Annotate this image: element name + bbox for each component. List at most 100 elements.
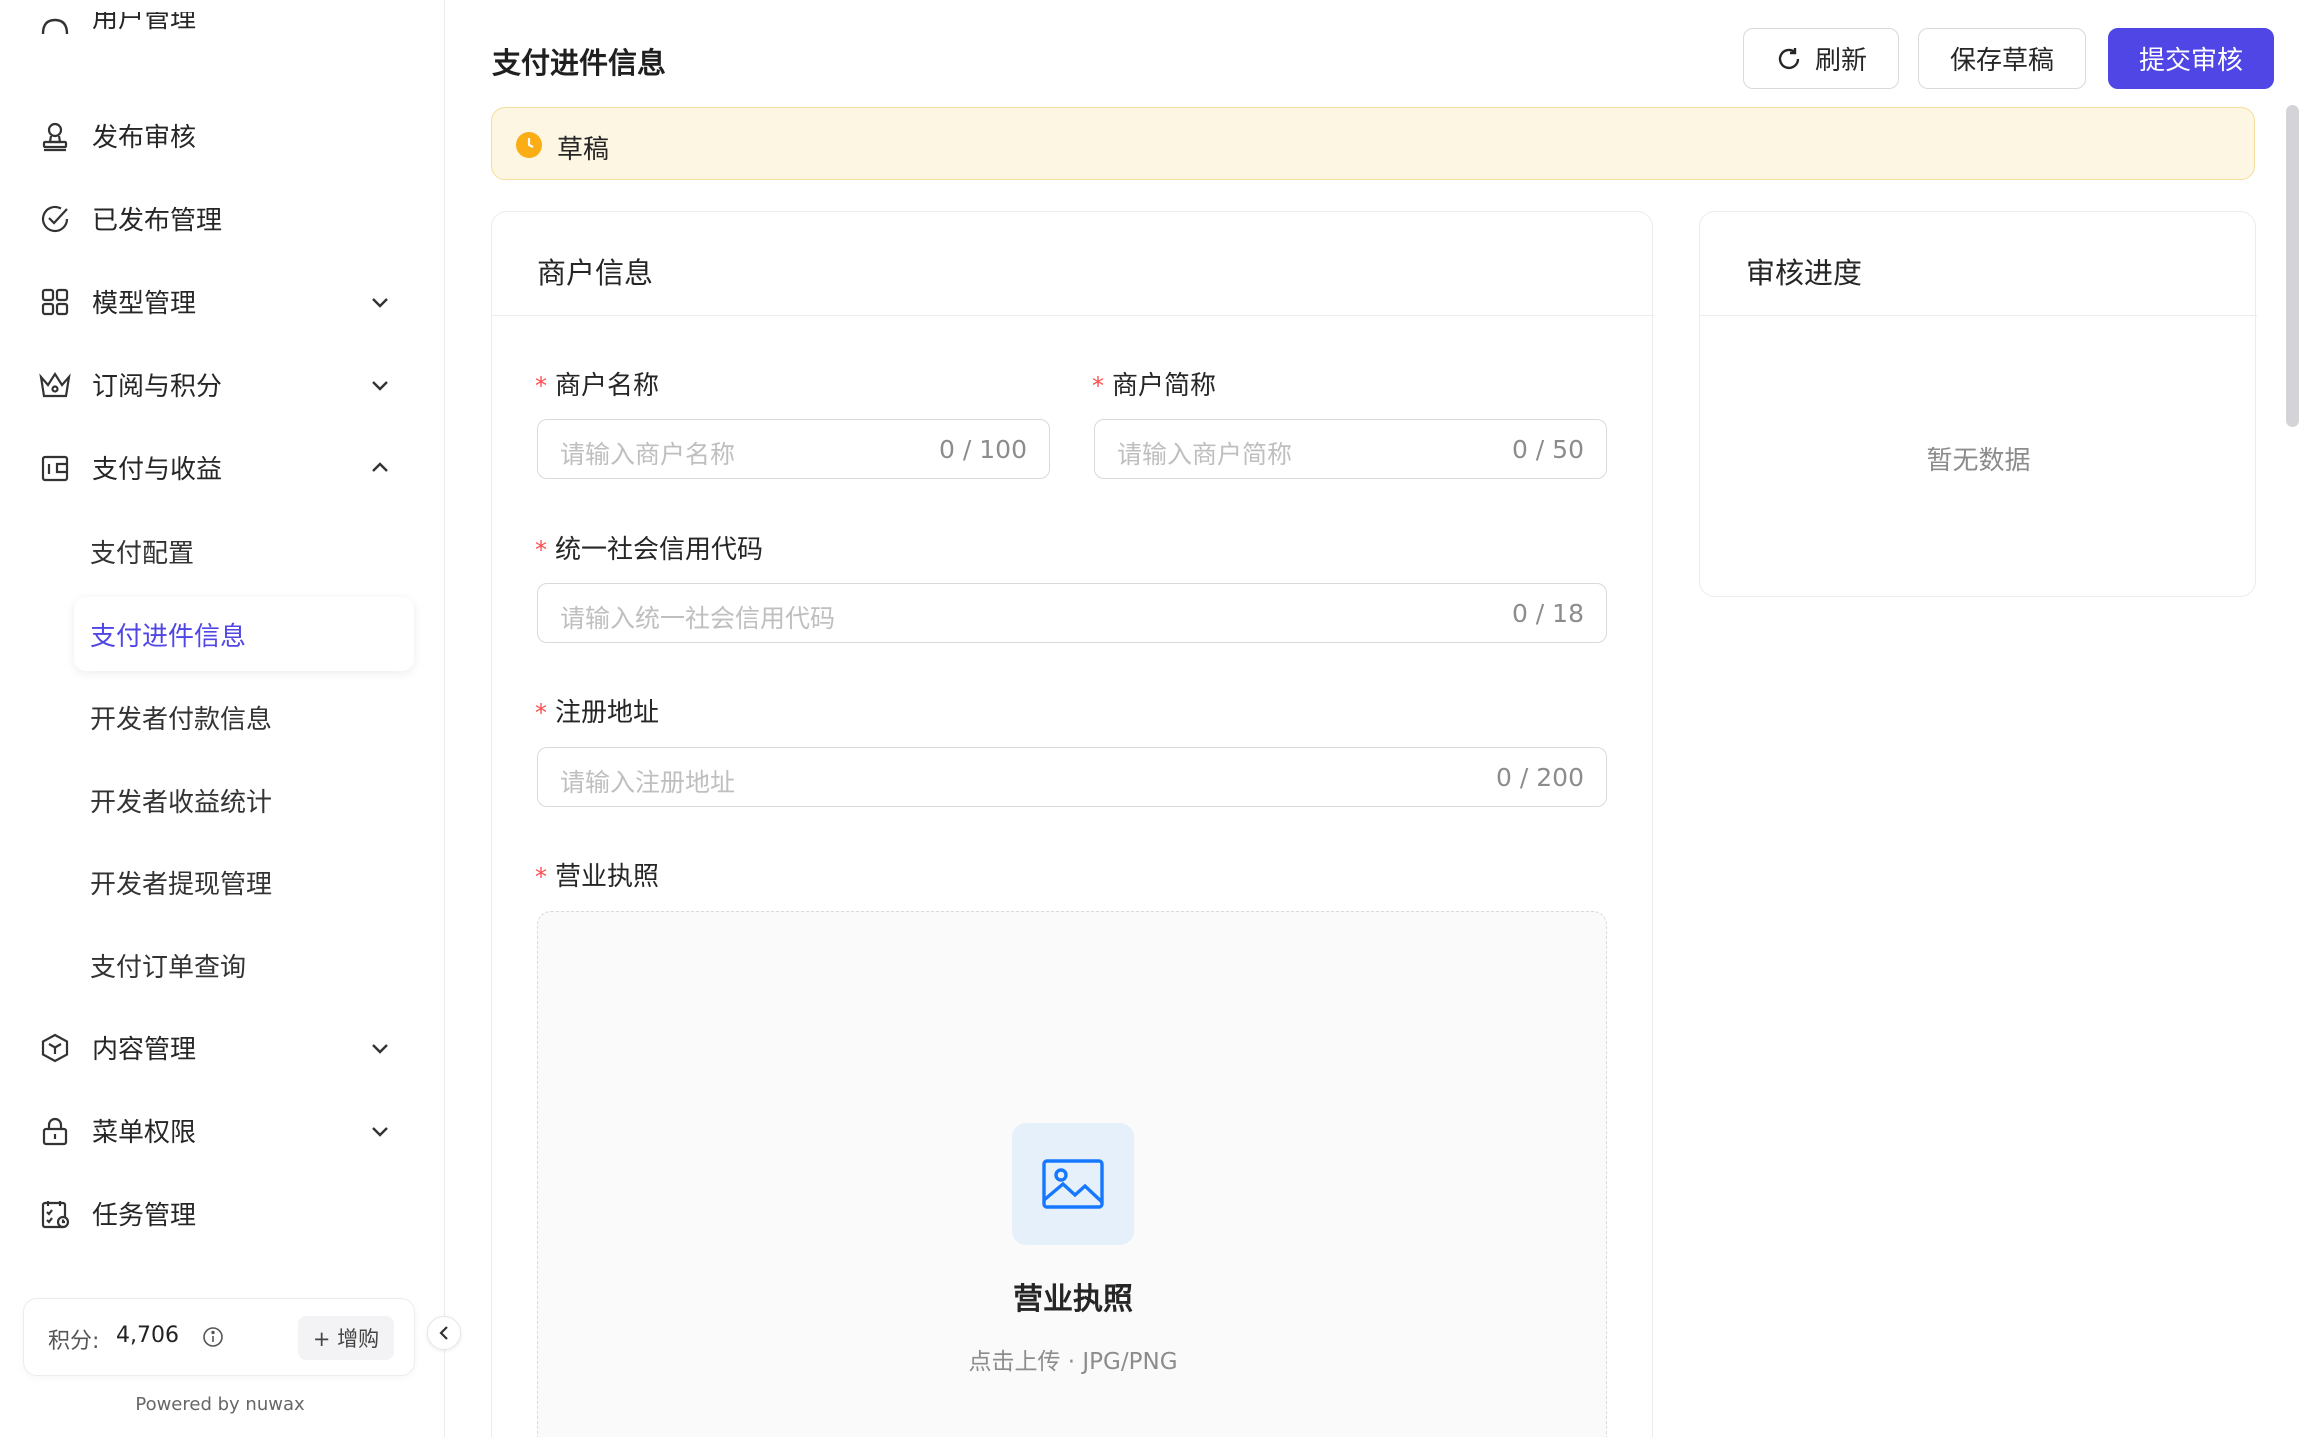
sidebar-item-publish-review[interactable]: 发布审核 bbox=[0, 94, 445, 177]
sidebar-subitem-label: 支付进件信息 bbox=[90, 621, 247, 652]
buy-points-button[interactable]: + 增购 bbox=[298, 1316, 394, 1360]
registered-address-placeholder: 请输入注册地址 bbox=[560, 768, 736, 797]
sidebar-item-label: 用户管理 bbox=[92, 12, 197, 34]
sidebar-subitem-developer-earnings[interactable]: 开发者收益统计 bbox=[74, 763, 414, 837]
chevron-up-icon bbox=[365, 453, 395, 483]
sidebar-item-label: 模型管理 bbox=[92, 289, 197, 319]
main-content: 支付进件信息 刷新 保存草稿 提交审核 草稿 商户信息 * 商户名称 请输入商户… bbox=[446, 0, 2317, 1437]
image-icon bbox=[1012, 1123, 1134, 1245]
page-scrollbar[interactable] bbox=[2286, 105, 2299, 427]
review-progress-title: 审核进度 bbox=[1746, 256, 1863, 290]
sidebar-subitem-payment-config[interactable]: 支付配置 bbox=[74, 514, 414, 588]
check-circle-icon bbox=[38, 202, 72, 236]
sidebar-subitem-label: 开发者付款信息 bbox=[90, 704, 273, 735]
business-license-upload[interactable]: 营业执照 点击上传 · JPG/PNG bbox=[537, 911, 1607, 1437]
merchant-name-input[interactable]: 请输入商户名称 0 / 100 bbox=[537, 419, 1050, 479]
points-label: 积分: bbox=[48, 1329, 100, 1354]
refresh-label: 刷新 bbox=[1814, 46, 1867, 76]
status-text: 草稿 bbox=[557, 135, 610, 165]
submit-review-button[interactable]: 提交审核 bbox=[2108, 28, 2274, 89]
cube-icon bbox=[38, 1031, 72, 1065]
chevron-down-icon bbox=[365, 287, 395, 317]
user-icon bbox=[38, 12, 72, 38]
credit-code-label-text: 统一社会信用代码 bbox=[555, 535, 764, 565]
registered-address-input[interactable]: 请输入注册地址 0 / 200 bbox=[537, 747, 1607, 807]
upload-hint: 点击上传 · JPG/PNG bbox=[968, 1349, 1178, 1375]
sidebar-subitem-developer-withdrawals[interactable]: 开发者提现管理 bbox=[74, 845, 414, 919]
merchant-info-card: 商户信息 * 商户名称 请输入商户名称 0 / 100 * 商户简称 请输入商户简称… bbox=[491, 211, 1654, 1437]
registered-address-count: 0 / 200 bbox=[1496, 763, 1584, 792]
sidebar: 用户管理 发布审核 已发布管理 模型管理 订阅与积分 支付与收益 支付配置 支付… bbox=[0, 0, 445, 1437]
sidebar-item-label: 已发布管理 bbox=[92, 206, 223, 236]
save-draft-button[interactable]: 保存草稿 bbox=[1918, 28, 2086, 89]
card-divider bbox=[1700, 315, 2257, 316]
status-banner: 草稿 bbox=[491, 107, 2255, 180]
powered-by: Powered by nuwax bbox=[135, 1394, 305, 1415]
merchant-short-name-count: 0 / 50 bbox=[1511, 435, 1584, 464]
sidebar-item-label: 订阅与积分 bbox=[92, 372, 223, 402]
merchant-short-name-input[interactable]: 请输入商户简称 0 / 50 bbox=[1094, 419, 1607, 479]
merchant-short-name-placeholder: 请输入商户简称 bbox=[1117, 440, 1293, 469]
info-icon[interactable] bbox=[202, 1326, 224, 1348]
chevron-down-icon bbox=[365, 370, 395, 400]
credit-code-count: 0 / 18 bbox=[1511, 599, 1584, 628]
required-mark: * bbox=[535, 536, 547, 564]
merchant-name-label: * 商户名称 bbox=[535, 365, 659, 402]
sidebar-subitem-label: 支付订单查询 bbox=[90, 952, 247, 983]
sidebar-item-payments[interactable]: 支付与收益 bbox=[0, 426, 445, 509]
chevron-down-icon bbox=[365, 1033, 395, 1063]
crown-icon bbox=[38, 368, 72, 402]
user-stamp-icon bbox=[38, 119, 72, 153]
sidebar-item-label: 支付与收益 bbox=[92, 455, 223, 485]
clock-icon bbox=[515, 131, 543, 159]
sidebar-item-subscriptions[interactable]: 订阅与积分 bbox=[0, 343, 445, 426]
merchant-name-placeholder: 请输入商户名称 bbox=[560, 440, 736, 469]
points-card: 积分: 4,706 + 增购 bbox=[23, 1298, 415, 1376]
sidebar-subitem-label: 开发者提现管理 bbox=[90, 869, 273, 900]
page-title: 支付进件信息 bbox=[492, 46, 667, 80]
sidebar-item-label: 菜单权限 bbox=[92, 1118, 197, 1148]
required-mark: * bbox=[1092, 372, 1104, 400]
required-mark: * bbox=[535, 863, 547, 891]
sidebar-item-label: 任务管理 bbox=[92, 1201, 197, 1231]
business-license-label-text: 营业执照 bbox=[555, 862, 660, 892]
sidebar-item-menu-permissions[interactable]: 菜单权限 bbox=[0, 1089, 445, 1172]
sidebar-item-published[interactable]: 已发布管理 bbox=[0, 177, 445, 260]
merchant-name-label-text: 商户名称 bbox=[555, 371, 660, 401]
sidebar-subitem-label: 支付配置 bbox=[90, 538, 195, 569]
sidebar-item-models[interactable]: 模型管理 bbox=[0, 260, 445, 343]
sidebar-item-label: 内容管理 bbox=[92, 1035, 197, 1065]
task-icon bbox=[38, 1197, 72, 1231]
credit-code-label: * 统一社会信用代码 bbox=[535, 529, 763, 566]
card-divider bbox=[492, 315, 1654, 316]
sidebar-subitem-payment-onboarding[interactable]: 支付进件信息 bbox=[74, 597, 414, 671]
sidebar-item-label: 发布审核 bbox=[92, 123, 197, 153]
lock-icon bbox=[38, 1114, 72, 1148]
wallet-icon bbox=[38, 451, 72, 485]
refresh-button[interactable]: 刷新 bbox=[1743, 28, 1899, 89]
sidebar-subitem-label: 开发者收益统计 bbox=[90, 787, 273, 818]
required-mark: * bbox=[535, 699, 547, 727]
business-license-label: * 营业执照 bbox=[535, 856, 659, 893]
sidebar-item-content[interactable]: 内容管理 bbox=[0, 1006, 445, 1089]
merchant-name-count: 0 / 100 bbox=[939, 435, 1027, 464]
merchant-short-name-label: * 商户简称 bbox=[1092, 365, 1216, 402]
review-progress-card: 审核进度 暂无数据 bbox=[1699, 211, 2257, 597]
upload-title: 营业执照 bbox=[1013, 1282, 1133, 1317]
points-value: 4,706 bbox=[116, 1323, 179, 1348]
refresh-icon bbox=[1775, 45, 1803, 73]
sidebar-item-user-management[interactable]: 用户管理 bbox=[0, 12, 445, 54]
credit-code-input[interactable]: 请输入统一社会信用代码 0 / 18 bbox=[537, 583, 1607, 643]
sidebar-subitem-payment-orders[interactable]: 支付订单查询 bbox=[74, 928, 414, 1002]
merchant-short-name-label-text: 商户简称 bbox=[1112, 371, 1217, 401]
required-mark: * bbox=[535, 372, 547, 400]
grid-icon bbox=[38, 285, 72, 319]
empty-state-text: 暂无数据 bbox=[1926, 446, 2031, 476]
merchant-info-title: 商户信息 bbox=[537, 256, 654, 290]
sidebar-item-tasks[interactable]: 任务管理 bbox=[0, 1172, 445, 1255]
registered-address-label-text: 注册地址 bbox=[555, 698, 660, 728]
sidebar-subitem-developer-payout-info[interactable]: 开发者付款信息 bbox=[74, 680, 414, 754]
registered-address-label: * 注册地址 bbox=[535, 692, 659, 729]
credit-code-placeholder: 请输入统一社会信用代码 bbox=[560, 604, 836, 633]
chevron-down-icon bbox=[365, 1116, 395, 1146]
